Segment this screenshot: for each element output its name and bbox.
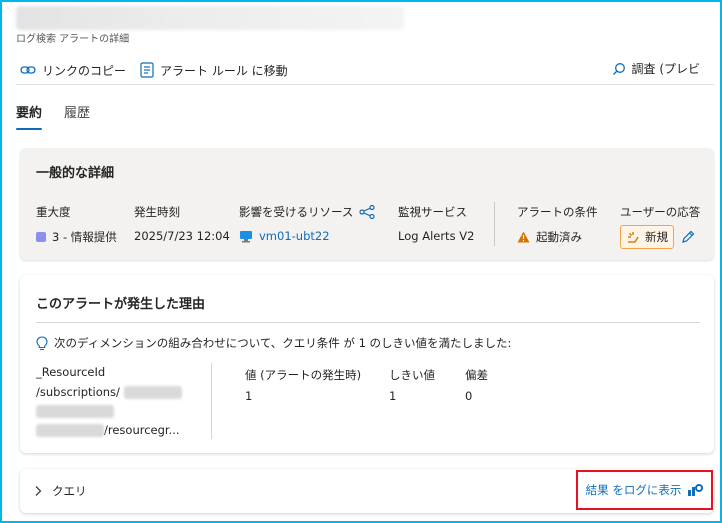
alert-condition-value: 起動済み <box>536 230 582 244</box>
goto-alert-rule-button[interactable]: アラート ルール に移動 <box>140 62 288 79</box>
command-bar: リンクのコピー アラート ルール に移動 調査 (プレビ <box>20 60 714 80</box>
lightbulb-icon <box>36 335 48 350</box>
severity-label: 重大度 <box>36 205 71 219</box>
alert-condition-label: アラートの条件 <box>517 205 598 219</box>
link-icon <box>20 66 36 74</box>
severity-field: 重大度 3 - 情報提供 <box>36 204 117 245</box>
general-details-title: 一般的な詳細 <box>36 166 115 181</box>
investigate-button[interactable]: 調査 (プレビ <box>612 60 701 77</box>
fired-time-value: 2025/7/23 12:04 <box>134 229 230 243</box>
redacted-subscription-cont <box>36 405 114 418</box>
search-icon <box>612 62 625 75</box>
resource-id-line1: /subscriptions/ <box>36 385 120 399</box>
tab-list: 要約 履歴 <box>16 102 90 130</box>
user-response-badge: 新規 <box>620 225 674 249</box>
share-icon[interactable] <box>359 205 376 219</box>
view-results-label: 結果 をログに表示 <box>585 483 682 497</box>
cell-alert-value: 1 <box>245 389 253 403</box>
alert-condition-field: アラートの条件 起動済み <box>517 204 598 245</box>
user-response-label: ユーザーの応答 <box>620 205 701 219</box>
affected-resource-field: 影響を受けるリソース vm01-ubt22 <box>239 204 376 243</box>
resource-id-line3: /resourcegr... <box>104 423 180 437</box>
vm-icon <box>240 230 252 242</box>
monitor-service-field: 監視サービス Log Alerts V2 <box>398 204 474 243</box>
commandbar-divider <box>16 84 714 85</box>
col-alert-value: 値 (アラートの発生時) <box>245 368 362 382</box>
fired-time-label: 発生時刻 <box>134 205 180 219</box>
col-threshold: しきい値 <box>389 368 435 382</box>
investigate-label: 調査 (プレビ <box>631 62 701 76</box>
why-fired-title: このアラートが発生した理由 <box>36 297 206 312</box>
condition-note-text: 次のディメンションの組み合わせについて、クエリ条件 が 1 のしきい値を満たしま… <box>54 336 512 350</box>
blurred-title-text <box>16 6 404 30</box>
rule-icon <box>140 62 154 78</box>
warning-icon <box>517 231 530 243</box>
query-label: クエリ <box>52 484 87 498</box>
redacted-resource-prefix <box>36 424 104 437</box>
details-divider <box>494 202 495 246</box>
resource-id-column: _ResourceId /subscriptions/ /resourcegr.… <box>36 365 182 443</box>
why-fired-divider <box>36 322 700 323</box>
cell-deviation: 0 <box>465 389 473 403</box>
affected-resource-label: 影響を受けるリソース <box>239 205 354 219</box>
page-subtitle: ログ検索 アラートの詳細 <box>16 34 130 45</box>
cell-threshold: 1 <box>389 389 397 403</box>
view-results-in-logs-link[interactable]: 結果 をログに表示 <box>576 470 713 510</box>
log-analytics-icon <box>688 484 704 496</box>
tab-summary[interactable]: 要約 <box>16 102 43 130</box>
query-expander[interactable]: クエリ <box>34 483 87 499</box>
fired-time-field: 発生時刻 2025/7/23 12:04 <box>134 204 230 243</box>
dimension-divider <box>211 363 212 439</box>
copy-link-label: リンクのコピー <box>42 63 127 78</box>
general-details-card: 一般的な詳細 重大度 3 - 情報提供 発生時刻 2025/7/23 12:04… <box>20 148 714 260</box>
condition-note: 次のディメンションの組み合わせについて、クエリ条件 が 1 のしきい値を満たしま… <box>36 335 511 351</box>
edit-pencil-icon[interactable] <box>680 229 696 245</box>
col-deviation: 偏差 <box>465 368 488 382</box>
user-response-value: 新規 <box>645 230 668 244</box>
copy-link-button[interactable]: リンクのコピー <box>20 62 126 79</box>
severity-value: 3 - 情報提供 <box>52 230 117 244</box>
tab-history[interactable]: 履歴 <box>64 102 90 130</box>
chevron-right-icon <box>35 486 42 496</box>
user-response-field: ユーザーの応答 新規 <box>620 204 700 249</box>
severity-icon <box>36 232 46 242</box>
goto-rule-label: アラート ルール に移動 <box>160 63 288 78</box>
resource-id-header: _ResourceId <box>36 365 106 379</box>
monitor-service-value: Log Alerts V2 <box>398 229 475 243</box>
redacted-subscription <box>123 386 182 399</box>
resource-link[interactable]: vm01-ubt22 <box>259 229 330 243</box>
new-state-icon <box>628 232 639 243</box>
query-card: クエリ 結果 をログに表示 <box>20 469 714 513</box>
why-fired-card: このアラートが発生した理由 次のディメンションの組み合わせについて、クエリ条件 … <box>20 275 714 453</box>
resource-title <box>16 6 404 30</box>
monitor-service-label: 監視サービス <box>398 205 467 219</box>
